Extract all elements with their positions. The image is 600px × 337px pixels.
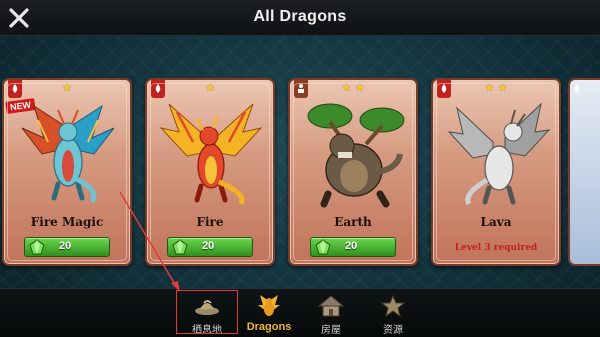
tab-label: 房屋 [321, 325, 341, 336]
dragon-card-partial[interactable] [568, 78, 600, 266]
dragon-card-earth[interactable]: ★ ★ Earth 20 [288, 78, 418, 266]
dragon-card-fire-magic[interactable]: NEW ★ Fire Magic 20 [2, 78, 132, 266]
dragon-card-fire[interactable]: ★ Fire 20 [145, 78, 275, 266]
gem-icon [315, 239, 331, 255]
tab-label: 资源 [383, 325, 403, 336]
dragon-icon [258, 295, 280, 316]
fire-magic-dragon-image [21, 104, 115, 204]
game-screen: All Dragons NEW ★ Fire Magic 20 ★ Fire 2… [0, 0, 600, 337]
top-bar: All Dragons [0, 0, 600, 36]
house-icon [318, 295, 344, 317]
gem-icon [172, 239, 188, 255]
lava-dragon-image [447, 102, 551, 206]
tab-house[interactable]: 房屋 [302, 293, 360, 336]
buy-button[interactable]: 20 [310, 237, 396, 257]
earth-dragon-image [307, 103, 405, 208]
rarity-stars: ★ [205, 81, 215, 94]
dragon-name: Fire Magic [30, 215, 104, 229]
dragon-name: Fire [196, 215, 224, 229]
price-value: 20 [202, 240, 215, 252]
page-title: All Dragons [253, 8, 347, 25]
water-element-icon [570, 80, 600, 102]
price-value: 20 [59, 240, 72, 252]
level-requirement: Level 3 required [454, 243, 538, 253]
dragon-name: Lava [480, 215, 512, 229]
fire-dragon-image [159, 103, 263, 206]
buy-button[interactable]: 20 [167, 237, 253, 257]
bottom-nav: 栖息地 Dragons 房屋 资源 [0, 288, 600, 337]
gem-icon [29, 239, 45, 255]
highlight-box [176, 290, 238, 334]
price-value: 20 [345, 240, 358, 252]
star-icon [380, 295, 406, 317]
buy-button[interactable]: 20 [24, 237, 110, 257]
tab-resources[interactable]: 资源 [364, 293, 422, 336]
tab-dragons[interactable]: Dragons [240, 293, 298, 335]
dragon-card-lava[interactable]: ★ ★ Lava Level 3 required [431, 78, 561, 266]
rarity-stars: ★ ★ [341, 81, 365, 94]
tab-label: Dragons [246, 321, 292, 333]
rarity-stars: ★ [62, 81, 72, 94]
dragon-name: Earth [334, 215, 372, 229]
dragon-card-carousel[interactable]: NEW ★ Fire Magic 20 ★ Fire 20 ★ ★ Earth … [0, 78, 600, 270]
rarity-stars: ★ ★ [484, 81, 508, 94]
